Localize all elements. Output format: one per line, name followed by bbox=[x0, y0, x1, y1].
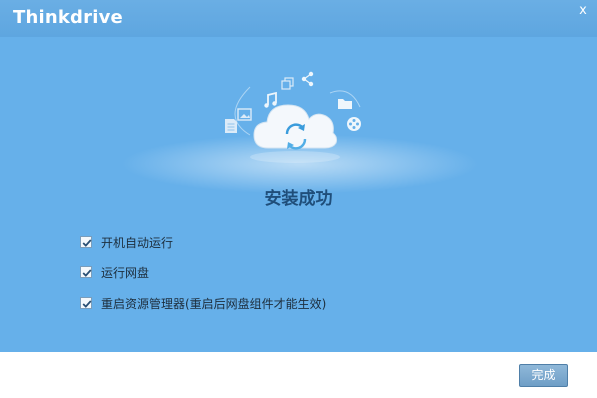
option-auto-start[interactable]: 开机自动运行 bbox=[80, 234, 173, 250]
checkmark-icon bbox=[82, 300, 92, 308]
installer-window: Thinkdrive x 安装成功 开机自动运行 运行网盘 重启资源管理器(重启… bbox=[0, 0, 597, 398]
auto-start-checkbox[interactable] bbox=[80, 236, 92, 248]
music-note-icon bbox=[264, 91, 277, 108]
folder-icon bbox=[338, 99, 352, 109]
option-restart-explorer[interactable]: 重启资源管理器(重启后网盘组件才能生效) bbox=[80, 295, 326, 311]
document-icon bbox=[225, 119, 237, 133]
copy-icon bbox=[281, 77, 294, 90]
main-panel: 安装成功 开机自动运行 运行网盘 重启资源管理器(重启后网盘组件才能生效) bbox=[0, 37, 597, 352]
image-icon bbox=[237, 108, 252, 121]
run-drive-checkbox[interactable] bbox=[80, 266, 92, 278]
restart-explorer-checkbox[interactable] bbox=[80, 297, 92, 309]
restart-explorer-label: 重启资源管理器(重启后网盘组件才能生效) bbox=[101, 296, 327, 311]
checkmark-icon bbox=[82, 239, 92, 247]
run-drive-label: 运行网盘 bbox=[101, 265, 150, 280]
auto-start-label: 开机自动运行 bbox=[101, 235, 174, 250]
install-success-title: 安装成功 bbox=[264, 189, 333, 209]
option-run-drive[interactable]: 运行网盘 bbox=[80, 264, 149, 280]
close-icon: x bbox=[579, 3, 587, 18]
title-bar[interactable]: Thinkdrive x bbox=[0, 0, 597, 37]
close-button[interactable]: x bbox=[575, 3, 591, 19]
share-icon bbox=[301, 71, 314, 87]
footer-bar: 完成 bbox=[0, 352, 597, 398]
finish-button[interactable]: 完成 bbox=[519, 364, 568, 387]
film-reel-icon bbox=[347, 117, 361, 131]
app-brand-logo: Thinkdrive bbox=[13, 7, 123, 28]
cloud-sync-icon bbox=[253, 104, 338, 150]
checkmark-icon bbox=[82, 269, 92, 277]
hero-illustration bbox=[225, 71, 361, 163]
